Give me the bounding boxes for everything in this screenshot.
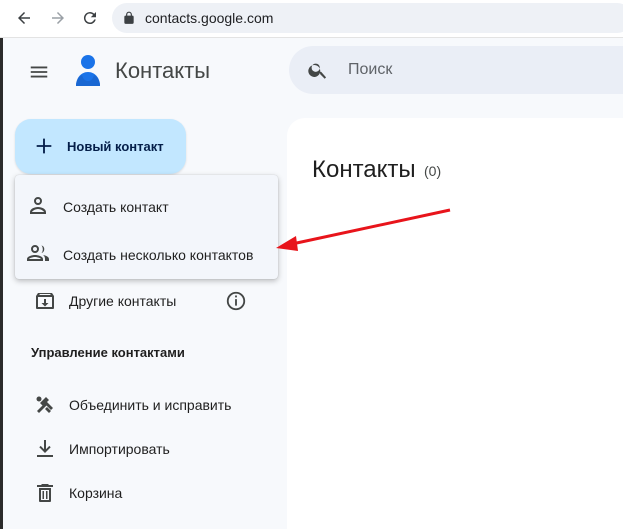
reload-icon bbox=[83, 12, 96, 25]
forward-button[interactable] bbox=[44, 5, 72, 31]
plus-icon bbox=[36, 138, 52, 154]
archive-download-icon bbox=[36, 293, 54, 309]
sidebar-item-merge-fix[interactable]: Объединить и исправить bbox=[22, 387, 272, 423]
people-icon bbox=[27, 245, 49, 261]
hamburger-menu-icon bbox=[30, 66, 48, 78]
contacts-count: (0) bbox=[424, 163, 442, 179]
app-title: Контакты bbox=[115, 58, 211, 83]
browser-toolbar: contacts.google.com bbox=[0, 0, 623, 38]
page-title: Контакты bbox=[312, 156, 416, 183]
arrow-right-icon bbox=[52, 12, 64, 24]
sidebar-item-label: Импортировать bbox=[69, 441, 170, 457]
main-menu-button[interactable] bbox=[24, 58, 54, 86]
window-edge bbox=[0, 38, 3, 529]
arrow-left-icon bbox=[18, 12, 30, 24]
contacts-logo-icon bbox=[76, 55, 100, 86]
reload-button[interactable] bbox=[76, 5, 104, 31]
section-title-manage: Управление контактами bbox=[31, 345, 185, 360]
search-placeholder: Поиск bbox=[348, 61, 393, 78]
menu-item-label: Создать контакт bbox=[63, 199, 169, 215]
import-icon bbox=[37, 440, 53, 457]
sidebar-item-label: Объединить и исправить bbox=[69, 397, 232, 413]
sidebar-item-label: Другие контакты bbox=[69, 293, 177, 309]
url-text: contacts.google.com bbox=[145, 10, 274, 26]
new-contact-menu: Создать контакт Создать несколько контак… bbox=[15, 175, 278, 279]
info-icon[interactable] bbox=[225, 290, 247, 312]
trash-icon bbox=[37, 484, 53, 502]
new-contact-label: Новый контакт bbox=[67, 139, 164, 154]
person-icon bbox=[30, 197, 46, 214]
sidebar-item-label: Корзина bbox=[69, 485, 123, 501]
menu-item-create-multiple[interactable]: Создать несколько контактов bbox=[15, 227, 278, 275]
sidebar-item-import[interactable]: Импортировать bbox=[22, 431, 272, 467]
search-icon bbox=[308, 63, 327, 79]
sidebar-item-trash[interactable]: Корзина bbox=[22, 475, 272, 511]
back-button[interactable] bbox=[10, 5, 38, 31]
search-input[interactable]: Поиск bbox=[289, 46, 623, 94]
menu-item-create-contact[interactable]: Создать контакт bbox=[15, 179, 278, 227]
menu-item-label: Создать несколько контактов bbox=[63, 247, 254, 263]
lock-icon bbox=[124, 11, 134, 24]
new-contact-button[interactable]: Новый контакт bbox=[15, 119, 186, 174]
address-bar[interactable]: contacts.google.com bbox=[112, 3, 623, 33]
merge-tools-icon bbox=[36, 396, 53, 413]
